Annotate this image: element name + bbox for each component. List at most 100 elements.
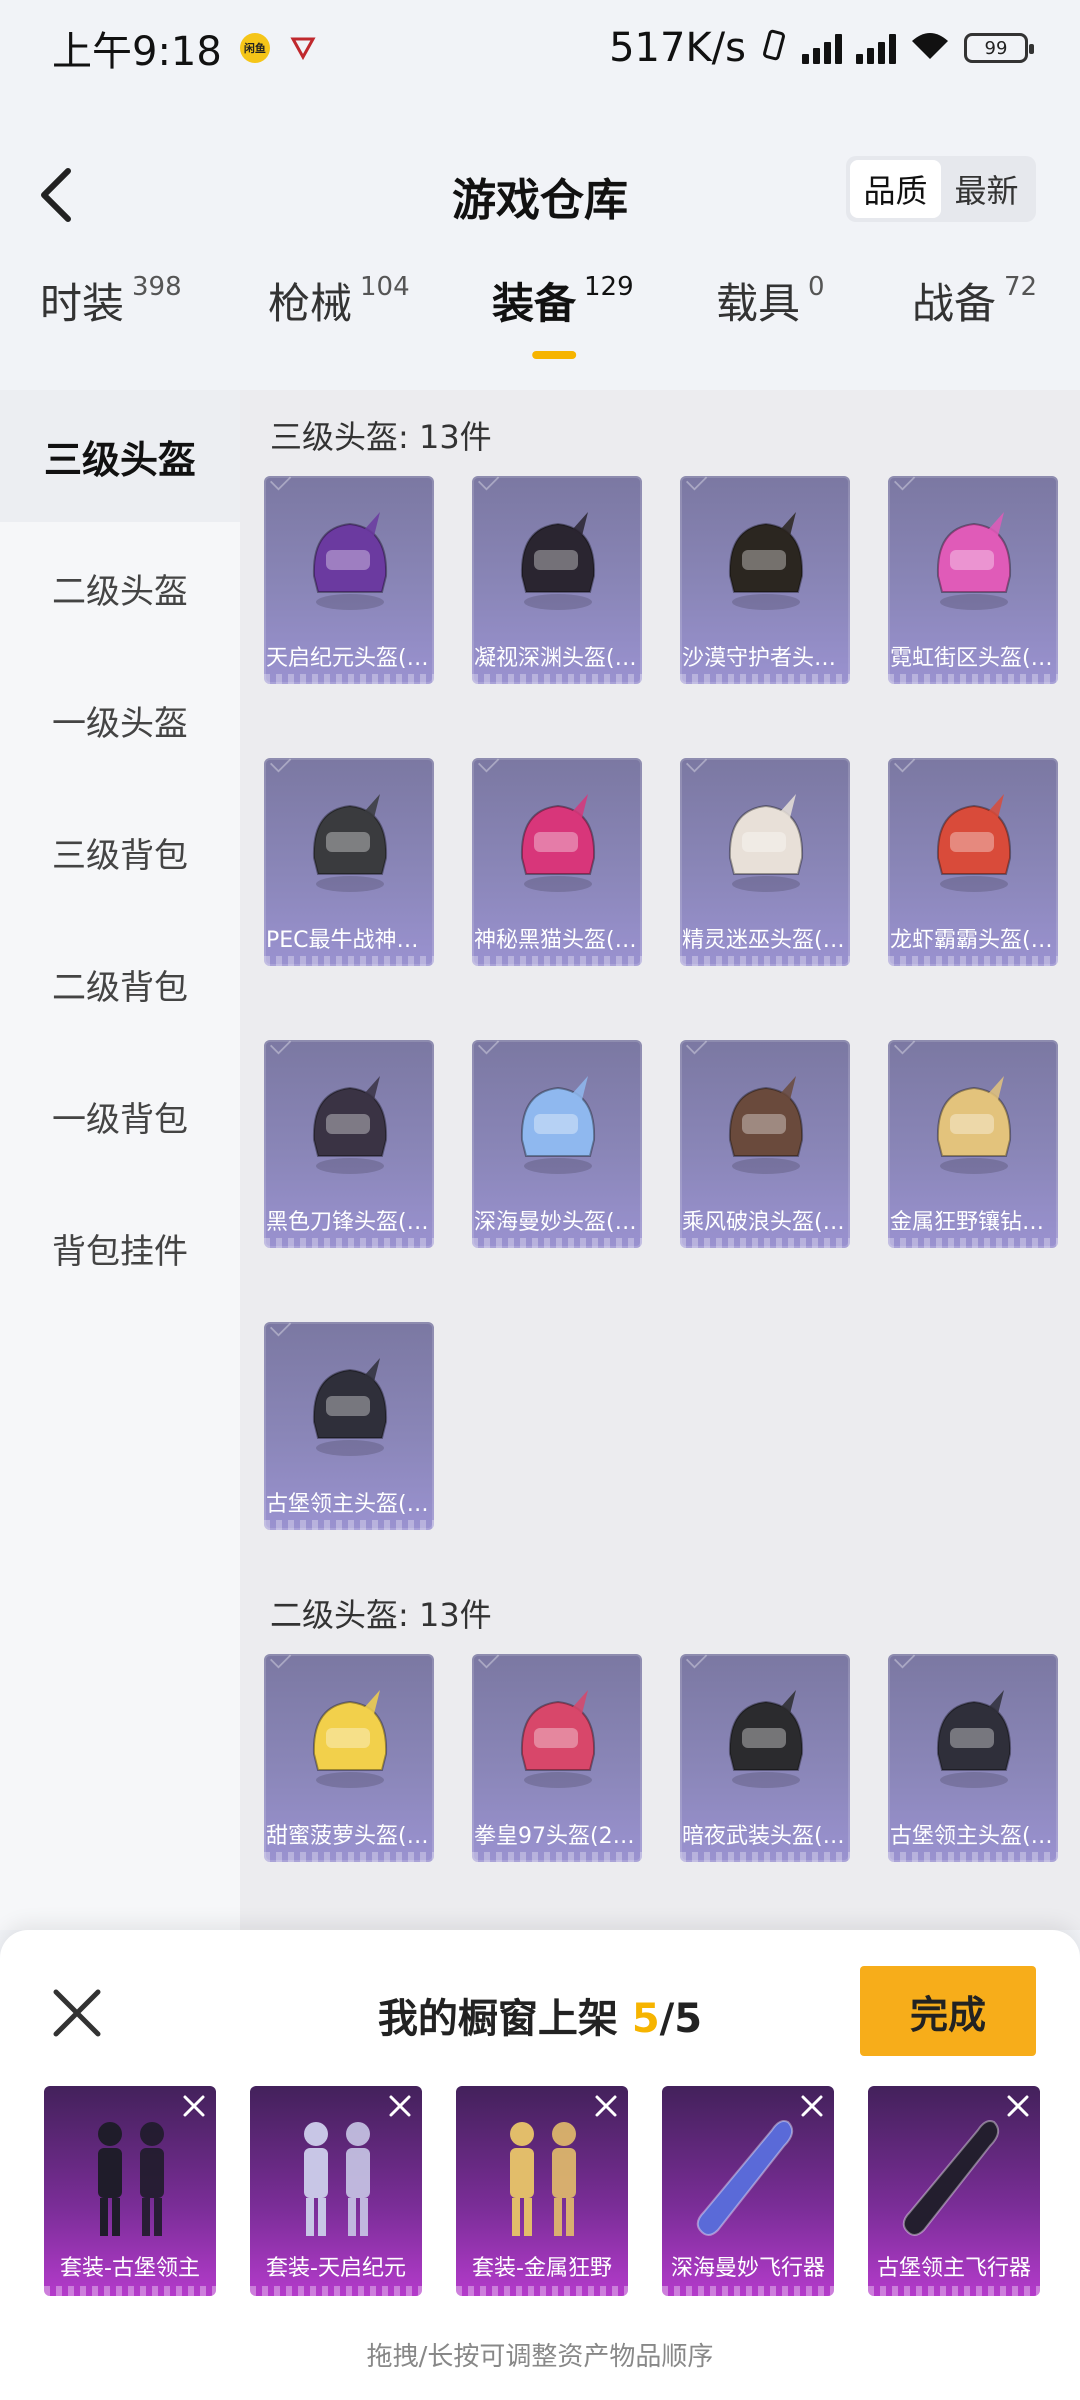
showcase-item-name: 古堡领主飞行器 xyxy=(876,2256,1031,2281)
outfit-image xyxy=(482,2112,602,2242)
showcase-item[interactable]: 古堡领主飞行器 xyxy=(868,2086,1040,2296)
item-card[interactable]: 黑色刀锋头盔(… xyxy=(264,1040,434,1248)
sidebar: 三级头盔 二级头盔 一级头盔 三级背包 二级背包 一级背包 背包挂件 xyxy=(0,390,240,1930)
glider-image xyxy=(688,2112,808,2242)
wifi-icon xyxy=(910,25,950,71)
showcase-item[interactable]: 套装-天启纪元 xyxy=(250,2086,422,2296)
helmet-image xyxy=(720,788,812,898)
tab-fashion[interactable]: 时装 398 xyxy=(40,270,182,331)
tab-vehicles[interactable]: 载具 0 xyxy=(716,270,825,331)
helmet-image xyxy=(928,506,1020,616)
sidebar-item-level2-backpack[interactable]: 二级背包 xyxy=(0,918,240,1050)
sidebar-item-level3-backpack[interactable]: 三级背包 xyxy=(0,786,240,918)
sheet-title-text: 我的橱窗上架 xyxy=(377,1996,632,2042)
item-card[interactable]: PEC最牛战神… xyxy=(264,758,434,966)
tab-label: 装备 xyxy=(492,279,577,328)
item-name: 天启纪元头盔(… xyxy=(266,646,429,671)
showcase-item[interactable]: 深海曼妙飞行器 xyxy=(662,2086,834,2296)
item-name: 古堡领主头盔(… xyxy=(266,1492,429,1517)
helmet-image xyxy=(928,1070,1020,1180)
signal-icon-2 xyxy=(856,32,896,64)
showcase-item[interactable]: 套装-金属狂野 xyxy=(456,2086,628,2296)
check-icon xyxy=(270,758,292,773)
item-name: 龙虾霸霸头盔(… xyxy=(890,928,1053,953)
status-left: 上午9:18 闲鱼 xyxy=(52,19,318,77)
tab-label: 战备 xyxy=(912,279,997,328)
item-name: 黑色刀锋头盔(… xyxy=(266,1210,429,1235)
outfit-image xyxy=(70,2112,190,2242)
check-icon xyxy=(270,1040,292,1055)
item-grid: 甜蜜菠萝头盔(…拳皇97头盔(2级)暗夜武装头盔(…古堡领主头盔(…金风玉露头盔… xyxy=(264,1654,1080,1930)
item-card[interactable]: 古堡领主头盔(… xyxy=(888,1654,1058,1862)
item-name: 精灵迷巫头盔(… xyxy=(682,928,845,953)
sort-newest-button[interactable]: 最新 xyxy=(941,160,1032,218)
item-card[interactable]: 霓虹街区头盔(… xyxy=(888,476,1058,684)
sidebar-item-level2-helmet[interactable]: 二级头盔 xyxy=(0,522,240,654)
item-list: 三级头盔: 13件 天启纪元头盔(… 凝视深渊头盔(… 沙漠守护者头… 霓虹街区头盔(… xyxy=(240,390,1080,1930)
glider-image xyxy=(894,2112,1014,2242)
showcase-item-name: 套装-金属狂野 xyxy=(472,2256,612,2281)
notification-app-icon xyxy=(288,33,318,63)
item-card[interactable]: 天启纪元头盔(… xyxy=(264,476,434,684)
battery-icon: 99 xyxy=(964,33,1034,63)
tab-equipment[interactable]: 装备 129 xyxy=(492,270,634,359)
item-card[interactable]: 拳皇97头盔(2级) xyxy=(472,1654,642,1862)
showcase-item-name: 套装-古堡领主 xyxy=(60,2256,200,2281)
tab-count: 0 xyxy=(808,272,825,302)
check-icon xyxy=(270,1322,292,1337)
helmet-image xyxy=(304,1352,396,1462)
check-icon xyxy=(894,1654,916,1669)
sidebar-item-level1-helmet[interactable]: 一级头盔 xyxy=(0,654,240,786)
helmet-image xyxy=(512,1070,604,1180)
body-area: 三级头盔 二级头盔 一级头盔 三级背包 二级背包 一级背包 背包挂件 三级头盔:… xyxy=(0,390,1080,1930)
showcase-item-name: 深海曼妙飞行器 xyxy=(670,2256,825,2281)
showcase-item-name: 套装-天启纪元 xyxy=(266,2256,406,2281)
sidebar-item-level1-backpack[interactable]: 一级背包 xyxy=(0,1050,240,1182)
check-icon xyxy=(270,1654,292,1669)
item-card[interactable]: 精灵迷巫头盔(… xyxy=(680,758,850,966)
item-card[interactable]: 龙虾霸霸头盔(… xyxy=(888,758,1058,966)
tab-count: 72 xyxy=(1004,272,1038,302)
item-card[interactable]: 凝视深渊头盔(… xyxy=(472,476,642,684)
item-card[interactable]: 神秘黑猫头盔(… xyxy=(472,758,642,966)
check-icon xyxy=(686,1654,708,1669)
helmet-image xyxy=(512,788,604,898)
showcase-item[interactable]: 套装-古堡领主 xyxy=(44,2086,216,2296)
item-card[interactable]: 深海曼妙头盔(… xyxy=(472,1040,642,1248)
sidebar-item-backpack-pendant[interactable]: 背包挂件 xyxy=(0,1182,240,1314)
sort-quality-button[interactable]: 品质 xyxy=(850,160,941,218)
item-name: 拳皇97头盔(2级) xyxy=(474,1824,642,1849)
check-icon xyxy=(894,476,916,491)
status-right: 517K/s 99 xyxy=(609,25,1034,71)
item-card[interactable]: 乘风破浪头盔(… xyxy=(680,1040,850,1248)
item-name: 深海曼妙头盔(… xyxy=(474,1210,637,1235)
xianyu-app-icon: 闲鱼 xyxy=(239,33,270,63)
helmet-image xyxy=(928,1684,1020,1794)
item-card[interactable]: 甜蜜菠萝头盔(… xyxy=(264,1654,434,1862)
item-name: 霓虹街区头盔(… xyxy=(890,646,1053,671)
section-title: 三级头盔: 13件 xyxy=(270,418,492,456)
item-name: 沙漠守护者头… xyxy=(682,646,837,671)
check-icon xyxy=(270,476,292,491)
check-icon xyxy=(478,1040,500,1055)
sheet-hint: 拖拽/长按可调整资产物品顺序 xyxy=(366,2342,714,2372)
tab-supplies[interactable]: 战备 72 xyxy=(912,270,1037,331)
item-card[interactable]: 沙漠守护者头… xyxy=(680,476,850,684)
item-name: 暗夜武装头盔(… xyxy=(682,1824,845,1849)
item-name: 甜蜜菠萝头盔(… xyxy=(266,1824,429,1849)
item-name: 神秘黑猫头盔(… xyxy=(474,928,637,953)
item-card[interactable]: 金属狂野镶钻… xyxy=(888,1040,1058,1248)
check-icon xyxy=(894,1040,916,1055)
done-button[interactable]: 完成 xyxy=(860,1966,1036,2056)
tab-firearms[interactable]: 枪械 104 xyxy=(268,270,410,331)
item-card[interactable]: 暗夜武装头盔(… xyxy=(680,1654,850,1862)
section-title: 二级头盔: 13件 xyxy=(270,1596,492,1634)
tab-count: 129 xyxy=(584,272,634,302)
item-card[interactable]: 古堡领主头盔(… xyxy=(264,1322,434,1530)
signal-icon-1 xyxy=(802,32,842,64)
helmet-image xyxy=(304,506,396,616)
check-icon xyxy=(894,758,916,773)
sidebar-item-level3-helmet[interactable]: 三级头盔 xyxy=(0,390,240,522)
check-icon xyxy=(686,1040,708,1055)
outfit-image xyxy=(276,2112,396,2242)
